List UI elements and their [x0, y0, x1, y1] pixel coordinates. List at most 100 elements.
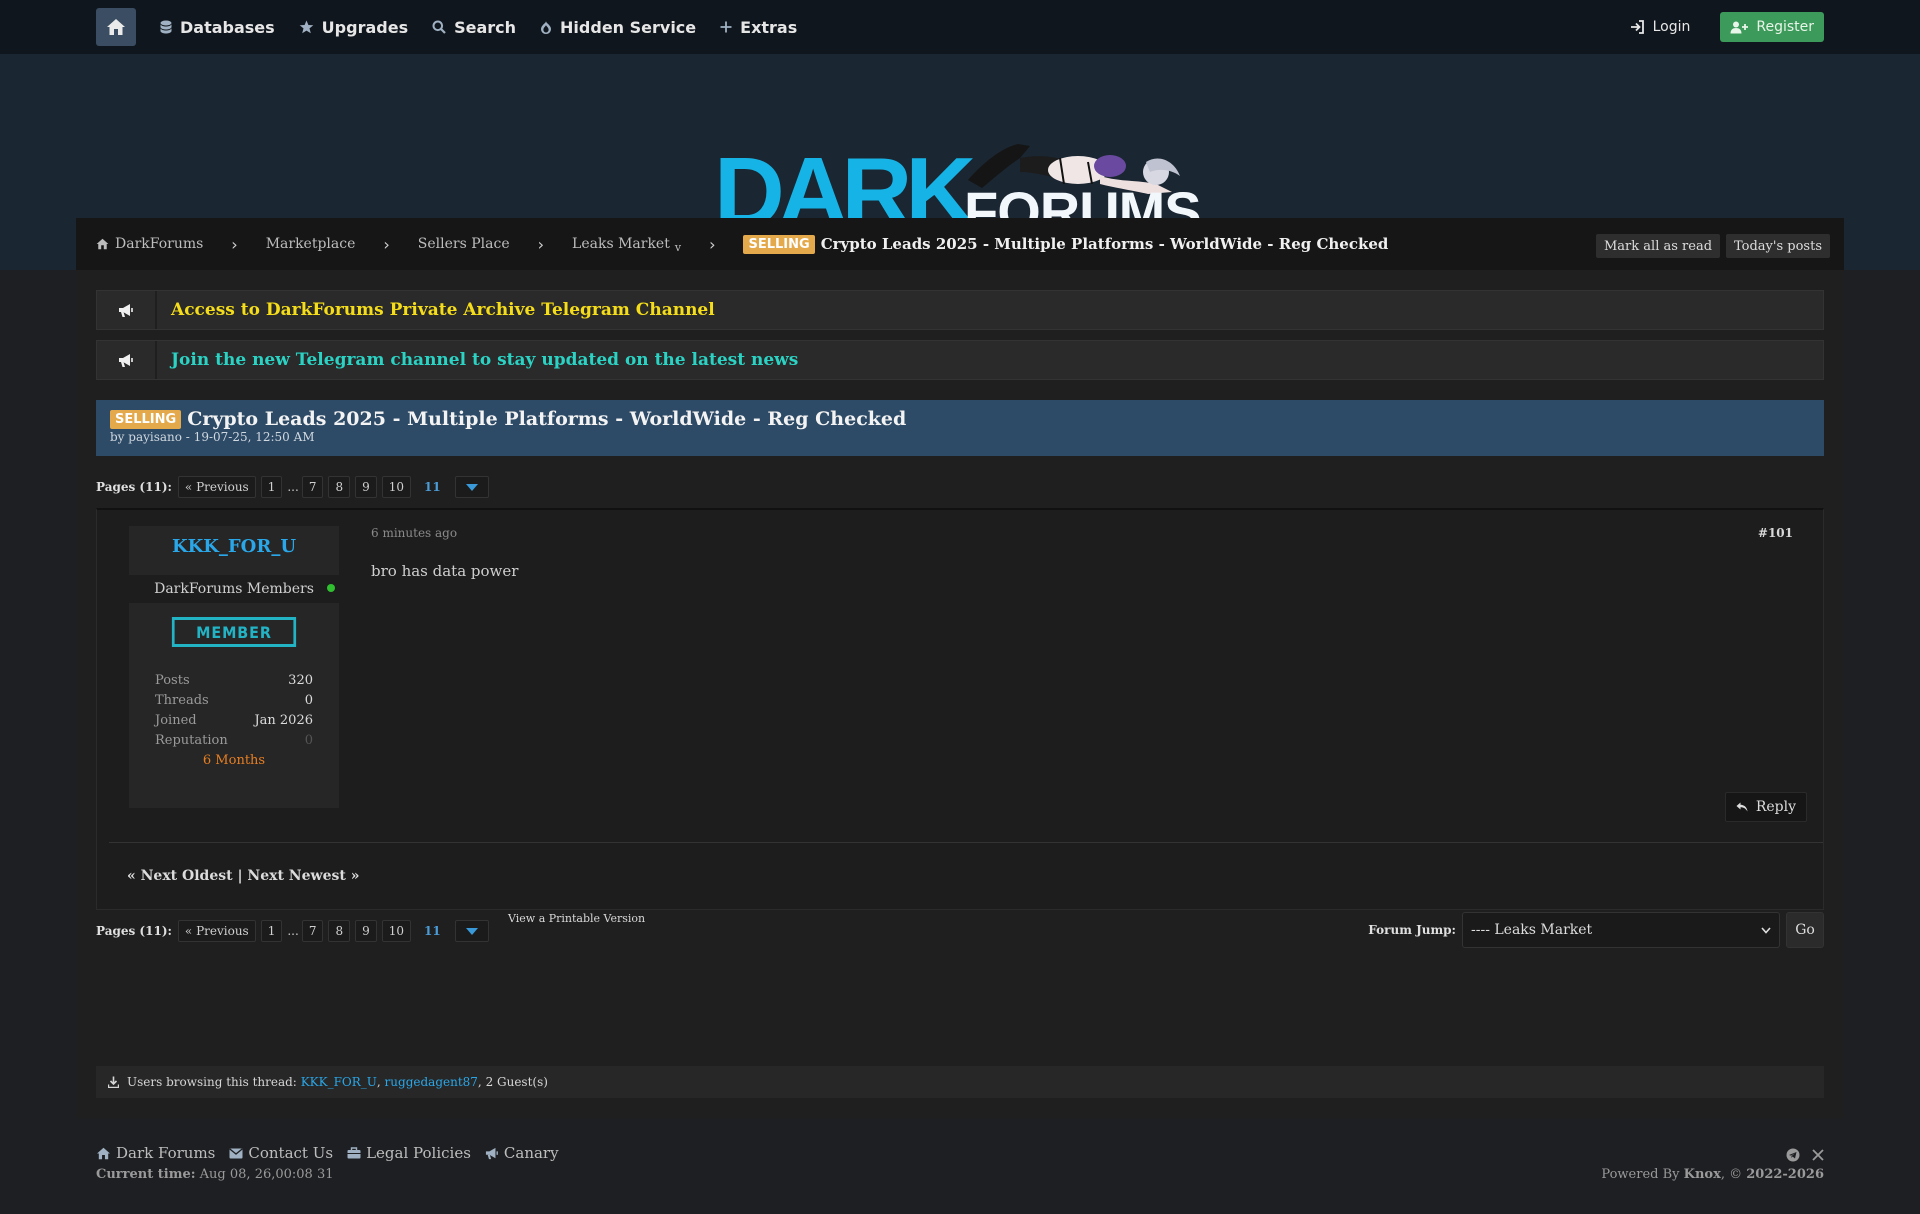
pagination-bottom: Pages (11): « Previous 1 ... 7 8 9 10 11 — [96, 920, 489, 942]
forum-jump-select[interactable]: ---- Leaks Market — [1462, 912, 1780, 948]
breadcrumb-darkforums[interactable]: DarkForums — [96, 236, 203, 252]
forum-jump-selected: ---- Leaks Market — [1471, 922, 1593, 938]
stat-label: Threads — [155, 693, 209, 708]
browsing-user-link[interactable]: ruggedagent87 — [385, 1075, 478, 1089]
post-number-link[interactable]: #101 — [1758, 526, 1793, 540]
caret-down-icon — [465, 927, 478, 935]
bullhorn-icon — [485, 1147, 498, 1159]
breadcrumb-leaks-market[interactable]: Leaks Market v — [572, 236, 681, 254]
breadcrumb: DarkForums › Marketplace › Sellers Place… — [76, 218, 1844, 270]
pagination-label: Pages (11): — [96, 480, 172, 494]
footer-link-canary[interactable]: Canary — [485, 1144, 559, 1162]
footer-link-dark-forums[interactable]: Dark Forums — [96, 1144, 215, 1162]
x-twitter-icon[interactable] — [1812, 1149, 1824, 1161]
pagination-page-10[interactable]: 10 — [381, 476, 412, 498]
todays-posts-button[interactable]: Today's posts — [1726, 234, 1830, 258]
breadcrumb-darkforums-label: DarkForums — [115, 236, 204, 252]
footer-right: Powered By Knox, © 2022-2026 — [1601, 1144, 1824, 1182]
stat-label: Reputation — [155, 733, 228, 748]
breadcrumb-dropdown-toggle[interactable]: v — [675, 241, 681, 254]
pagination-current-page: 11 — [424, 924, 441, 938]
post-101: KKK_FOR_U DarkForums Members MEMBER Post… — [96, 508, 1824, 910]
chevron-down-icon — [1761, 926, 1771, 934]
nav-search[interactable]: Search — [432, 18, 516, 37]
breadcrumb-leaks-market-label: Leaks Market — [572, 236, 670, 252]
nav-extras[interactable]: Extras — [720, 18, 797, 37]
home-icon — [97, 1147, 110, 1159]
stat-label: Joined — [155, 713, 197, 728]
stat-row-threads: Threads 0 — [155, 693, 313, 713]
register-button[interactable]: Register — [1720, 12, 1824, 42]
pagination-page-10[interactable]: 10 — [381, 920, 412, 942]
footer-link-label: Dark Forums — [116, 1144, 216, 1162]
nav-hidden-service[interactable]: Hidden Service — [540, 18, 696, 37]
nav-databases[interactable]: Databases — [160, 18, 275, 37]
breadcrumb-marketplace[interactable]: Marketplace — [266, 236, 356, 252]
bullhorn-icon — [119, 303, 133, 317]
user-plus-icon — [1730, 21, 1749, 33]
thread-title: Crypto Leads 2025 - Multiple Platforms -… — [187, 408, 907, 430]
announcement-archive-channel[interactable]: Access to DarkForums Private Archive Tel… — [96, 290, 1824, 330]
printable-version-link[interactable]: View a Printable Version — [508, 912, 645, 925]
author-usergroup-label: DarkForums Members — [154, 581, 314, 597]
footer-link-legal-policies[interactable]: Legal Policies — [347, 1144, 471, 1162]
breadcrumb-current-thread: Crypto Leads 2025 - Multiple Platforms -… — [820, 235, 1389, 253]
pagination-page-9[interactable]: 9 — [355, 920, 377, 942]
pagination-jump-dropdown[interactable] — [454, 920, 489, 942]
bullhorn-icon — [119, 353, 133, 367]
footer-link-label: Contact Us — [248, 1144, 334, 1162]
home-button[interactable] — [96, 8, 136, 46]
search-icon — [432, 20, 446, 34]
pagination-page-1[interactable]: 1 — [260, 920, 283, 942]
selling-badge: SELLING — [110, 409, 182, 429]
forum-jump-go-button[interactable]: Go — [1786, 912, 1824, 948]
stat-row-joined: Joined Jan 2026 — [155, 713, 313, 733]
site-footer: Dark Forums Contact Us Legal Policies Ca… — [96, 1144, 1824, 1204]
author-username[interactable]: KKK_FOR_U — [129, 536, 339, 557]
thread-next-links[interactable]: « Next Oldest | Next Newest » — [127, 868, 359, 884]
browsing-user-link[interactable]: KKK_FOR_U — [301, 1075, 377, 1089]
reply-icon — [1736, 802, 1748, 812]
sign-in-icon — [1630, 20, 1644, 34]
nav-hidden-service-label: Hidden Service — [560, 17, 697, 37]
pagination-previous[interactable]: « Previous — [177, 920, 256, 942]
breadcrumb-marketplace-label: Marketplace — [265, 236, 356, 252]
forum-jump-label: Forum Jump: — [1368, 923, 1456, 937]
breadcrumb-sellers-place[interactable]: Sellers Place — [418, 236, 510, 252]
pagination-label: Pages (11): — [96, 924, 172, 938]
post-body: bro has data power — [371, 562, 519, 580]
browsing-separator: , — [477, 1075, 486, 1089]
stat-row-reputation: Reputation 0 — [155, 733, 313, 753]
mark-all-read-button[interactable]: Mark all as read — [1596, 234, 1721, 258]
pagination-page-1[interactable]: 1 — [260, 476, 283, 498]
footer-link-contact-us[interactable]: Contact Us — [229, 1144, 333, 1162]
envelope-icon — [229, 1147, 243, 1158]
announcement-telegram-channel[interactable]: Join the new Telegram channel to stay up… — [96, 340, 1824, 380]
stat-value: 320 — [288, 673, 313, 688]
pagination-dots: ... — [287, 924, 299, 938]
current-time: Current time: Aug 08, 26,00:08 31 — [96, 1167, 1824, 1182]
pagination-page-7[interactable]: 7 — [301, 920, 324, 942]
pagination-page-7[interactable]: 7 — [301, 476, 324, 498]
reply-button[interactable]: Reply — [1724, 792, 1807, 822]
nav-databases-label: Databases — [180, 17, 275, 37]
pagination-page-9[interactable]: 9 — [355, 476, 377, 498]
stat-row-posts: Posts 320 — [155, 673, 313, 693]
pagination-current-page: 11 — [424, 480, 441, 494]
pagination-page-8[interactable]: 8 — [328, 476, 351, 498]
announcement-archive-text: Access to DarkForums Private Archive Tel… — [171, 300, 715, 320]
pagination-previous[interactable]: « Previous — [177, 476, 256, 498]
copyright-years: 2022-2026 — [1746, 1167, 1824, 1182]
nav-upgrades-label: Upgrades — [321, 17, 409, 37]
pagination-jump-dropdown[interactable] — [454, 476, 489, 498]
telegram-icon[interactable] — [1786, 1148, 1800, 1162]
forum-jump: Forum Jump: ---- Leaks Market Go — [1368, 912, 1824, 948]
register-label: Register — [1756, 19, 1814, 35]
pagination-top: Pages (11): « Previous 1 ... 7 8 9 10 11 — [96, 476, 489, 498]
login-link[interactable]: Login — [1630, 19, 1690, 35]
nav-upgrades[interactable]: Upgrades — [299, 18, 408, 37]
powered-by-prefix: Powered By — [1601, 1167, 1680, 1182]
plus-icon — [720, 21, 732, 33]
pagination-page-8[interactable]: 8 — [328, 920, 351, 942]
author-profile-card: KKK_FOR_U DarkForums Members MEMBER Post… — [129, 526, 339, 808]
